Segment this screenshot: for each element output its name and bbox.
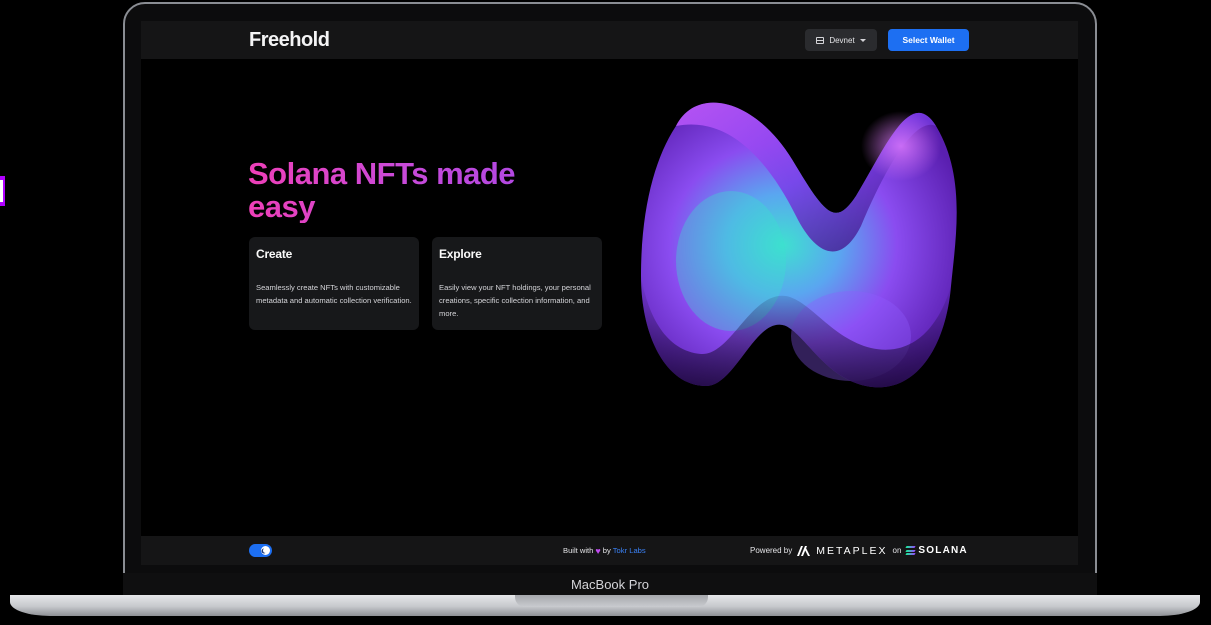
solana-icon bbox=[905, 546, 916, 555]
select-wallet-button[interactable]: Select Wallet bbox=[888, 29, 969, 51]
top-navbar: Freehold Devnet Select Wallet bbox=[141, 21, 1078, 59]
side-marker bbox=[0, 176, 5, 206]
by-text: by bbox=[602, 546, 611, 555]
solana-wordmark: SOLANA bbox=[918, 545, 968, 556]
server-icon bbox=[816, 36, 825, 44]
caret-down-icon bbox=[859, 38, 866, 42]
create-card[interactable]: Create Seamlessly create NFTs with custo… bbox=[249, 237, 419, 330]
device-label: MacBook Pro bbox=[570, 577, 650, 592]
powered-by: Powered by METAPLEX on SOLANA bbox=[750, 544, 968, 557]
card-description: Seamlessly create NFTs with customizable… bbox=[256, 283, 412, 305]
powered-by-text: Powered by bbox=[750, 546, 793, 555]
brand-logo[interactable]: Freehold bbox=[249, 29, 330, 52]
theme-toggle[interactable] bbox=[249, 544, 272, 557]
hero-3d-artwork bbox=[641, 102, 957, 388]
network-label: Devnet bbox=[829, 35, 855, 45]
heart-icon: ♥ bbox=[595, 545, 601, 556]
built-with-credit: Built with ♥ by Tokr Labs bbox=[563, 546, 646, 555]
laptop-chin: MacBook Pro bbox=[123, 573, 1097, 595]
solana-logo[interactable]: SOLANA bbox=[905, 545, 968, 556]
metaplex-wordmark[interactable]: METAPLEX bbox=[816, 545, 887, 557]
network-selector[interactable]: Devnet bbox=[805, 29, 877, 51]
laptop-notch bbox=[515, 595, 708, 607]
toggle-knob bbox=[261, 546, 270, 555]
card-title: Create bbox=[256, 247, 293, 261]
moon-icon bbox=[263, 548, 268, 553]
built-with-text: Built with bbox=[563, 546, 594, 555]
tokr-labs-link[interactable]: Tokr Labs bbox=[613, 546, 646, 555]
app-screen: Freehold Devnet Select Wallet Solana NFT… bbox=[141, 21, 1078, 565]
metaplex-icon bbox=[797, 545, 811, 556]
footer-bar: Built with ♥ by Tokr Labs Powered by MET… bbox=[141, 536, 1078, 565]
explore-card[interactable]: Explore Easily view your NFT holdings, y… bbox=[432, 237, 602, 330]
card-description: Easily view your NFT holdings, your pers… bbox=[439, 283, 591, 318]
hero-title: Solana NFTs made easy bbox=[248, 157, 588, 223]
card-title: Explore bbox=[439, 247, 482, 261]
on-text: on bbox=[892, 546, 902, 555]
